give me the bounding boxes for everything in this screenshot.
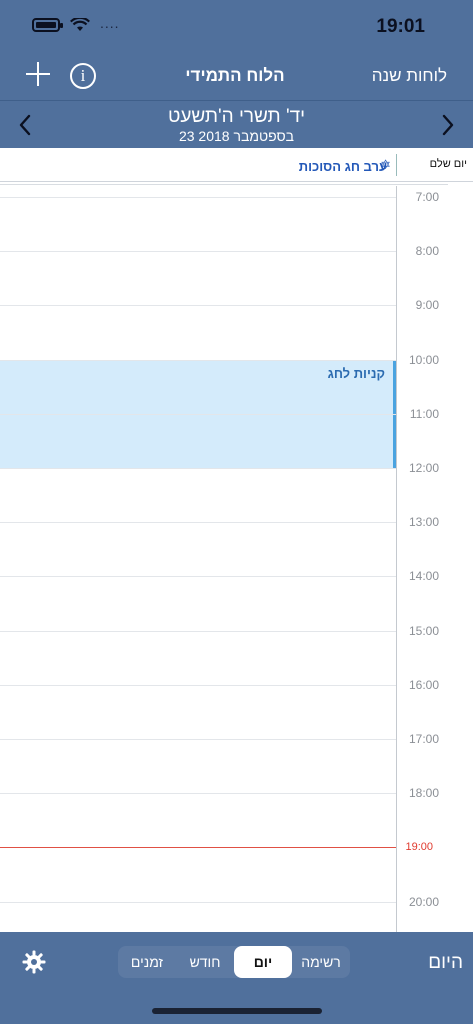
tab-times[interactable]: זמנים [118, 946, 176, 978]
status-indicators: .... [32, 15, 120, 32]
hour-line [0, 793, 396, 794]
hour-line [0, 197, 396, 198]
current-time-label: 19:00 [405, 841, 433, 853]
hour-line [0, 414, 396, 415]
hour-line [0, 522, 396, 523]
tab-day[interactable]: יום [234, 946, 292, 978]
hour-line [0, 251, 396, 252]
event-title: קניות לחג [327, 366, 385, 381]
hour-line [0, 468, 396, 469]
chevron-left-icon[interactable] [18, 114, 32, 136]
hour-label: 13:00 [408, 515, 439, 529]
hour-label: 18:00 [408, 786, 439, 800]
hour-label: 20:00 [408, 895, 439, 909]
hebrew-date: יד' תשרי ה'תשעט [167, 106, 306, 127]
hour-line [0, 360, 396, 361]
battery-icon [32, 18, 63, 32]
hour-line [0, 305, 396, 306]
bottom-toolbar: זמנים חודש יום רשימה היום [0, 932, 473, 1024]
hour-label: 17:00 [408, 732, 439, 746]
gregorian-date: 23 בספטמבר 2018 [178, 128, 295, 144]
hour-label: 8:00 [415, 244, 439, 258]
hour-label: 7:00 [415, 190, 439, 204]
hour-label: 16:00 [408, 678, 439, 692]
year-tables-button[interactable]: לוחות שנה [372, 66, 447, 86]
hour-line [0, 685, 396, 686]
hour-label: 9:00 [415, 298, 439, 312]
all-day-event[interactable]: ערב חג הסוכות [299, 159, 387, 174]
view-segmented-control: זמנים חודש יום רשימה [118, 946, 350, 978]
all-day-row: ✡ ערב חג הסוכות יום שלם [0, 148, 473, 182]
today-button[interactable]: היום [428, 952, 463, 974]
hour-line [0, 631, 396, 632]
hour-line [0, 739, 396, 740]
add-event-button[interactable] [26, 62, 50, 86]
app-title: הלוח התמידי [185, 66, 285, 85]
all-day-separator [396, 154, 397, 176]
hour-label: 12:00 [408, 461, 439, 475]
tab-month[interactable]: חודש [176, 946, 234, 978]
time-column-separator [396, 186, 397, 932]
all-day-label: יום שלם [429, 158, 467, 170]
tab-list[interactable]: רשימה [292, 946, 350, 978]
hour-label: 11:00 [409, 407, 439, 421]
signal-dots: .... [100, 15, 120, 31]
status-time: 19:01 [376, 16, 425, 37]
chevron-right-icon[interactable] [441, 114, 455, 136]
home-indicator [152, 1008, 322, 1014]
hour-label: 14:00 [408, 569, 439, 583]
hour-label: 15:00 [408, 624, 439, 638]
hour-label: 10:00 [408, 353, 439, 367]
current-time-line [0, 847, 396, 848]
hour-line [0, 576, 396, 577]
all-day-divider [0, 184, 448, 185]
header-divider [0, 100, 473, 101]
wifi-icon [70, 18, 90, 31]
top-header: .... 19:01 i הלוח התמידי לוחות שנה יד' ת… [0, 0, 473, 148]
hour-line [0, 902, 396, 903]
info-button[interactable]: i [70, 63, 96, 89]
gear-icon[interactable] [22, 950, 46, 974]
day-grid[interactable]: קניות לחג 7:00 8:00 9:00 10:00 11:00 12:00 13:… [0, 186, 473, 932]
